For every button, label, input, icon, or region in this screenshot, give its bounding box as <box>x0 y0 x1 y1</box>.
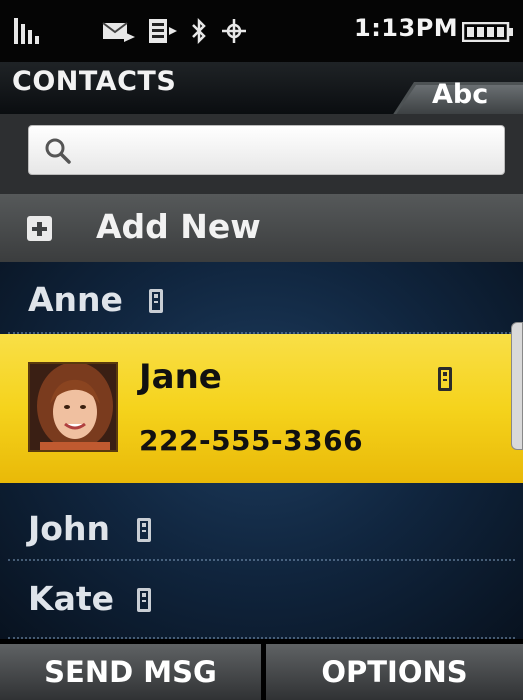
page-title: CONTACTS <box>12 66 177 97</box>
contact-row-john[interactable]: John <box>0 483 523 561</box>
contact-row-anne[interactable]: Anne <box>0 262 523 334</box>
search-input[interactable] <box>28 125 505 175</box>
contact-row-kate[interactable]: Kate <box>0 561 523 639</box>
avatar <box>28 362 118 452</box>
plus-icon <box>27 216 52 241</box>
scrollbar-handle[interactable] <box>511 322 523 450</box>
mobile-phone-icon <box>438 367 452 391</box>
status-bar: 1:13PM <box>0 0 523 62</box>
sort-tab[interactable]: Abc <box>392 79 523 116</box>
add-new-contact-button[interactable]: Add New <box>0 194 523 262</box>
contact-name: Anne <box>28 280 123 319</box>
message-icon <box>102 22 136 42</box>
header: CONTACTS Abc <box>0 62 523 116</box>
mobile-phone-icon <box>149 289 163 313</box>
contact-name: John <box>28 509 110 548</box>
mobile-phone-icon <box>137 588 151 612</box>
search-bar <box>0 114 523 194</box>
contact-phone-number: 222-555-3366 <box>139 424 364 457</box>
options-button[interactable]: OPTIONS <box>266 644 523 700</box>
send-msg-button[interactable]: SEND MSG <box>0 644 261 700</box>
sort-tab-label: Abc <box>432 79 489 110</box>
mobile-phone-icon <box>137 518 151 542</box>
softkey-bar: SEND MSG OPTIONS <box>0 639 523 700</box>
search-icon <box>45 138 71 164</box>
signal-icon <box>14 18 44 44</box>
contact-name: Kate <box>28 579 114 618</box>
contact-row-jane[interactable]: Jane 222-555-3366 <box>0 334 523 483</box>
add-new-label: Add New <box>96 207 261 246</box>
bluetooth-icon <box>191 18 207 44</box>
contact-list[interactable]: Anne Jane 222-555-3366 John Kate <box>0 262 523 639</box>
clock: 1:13PM <box>354 14 459 42</box>
contact-name: Jane <box>139 357 222 397</box>
sim-card-icon <box>148 18 178 44</box>
gps-icon <box>222 18 246 44</box>
battery-icon <box>462 22 514 42</box>
